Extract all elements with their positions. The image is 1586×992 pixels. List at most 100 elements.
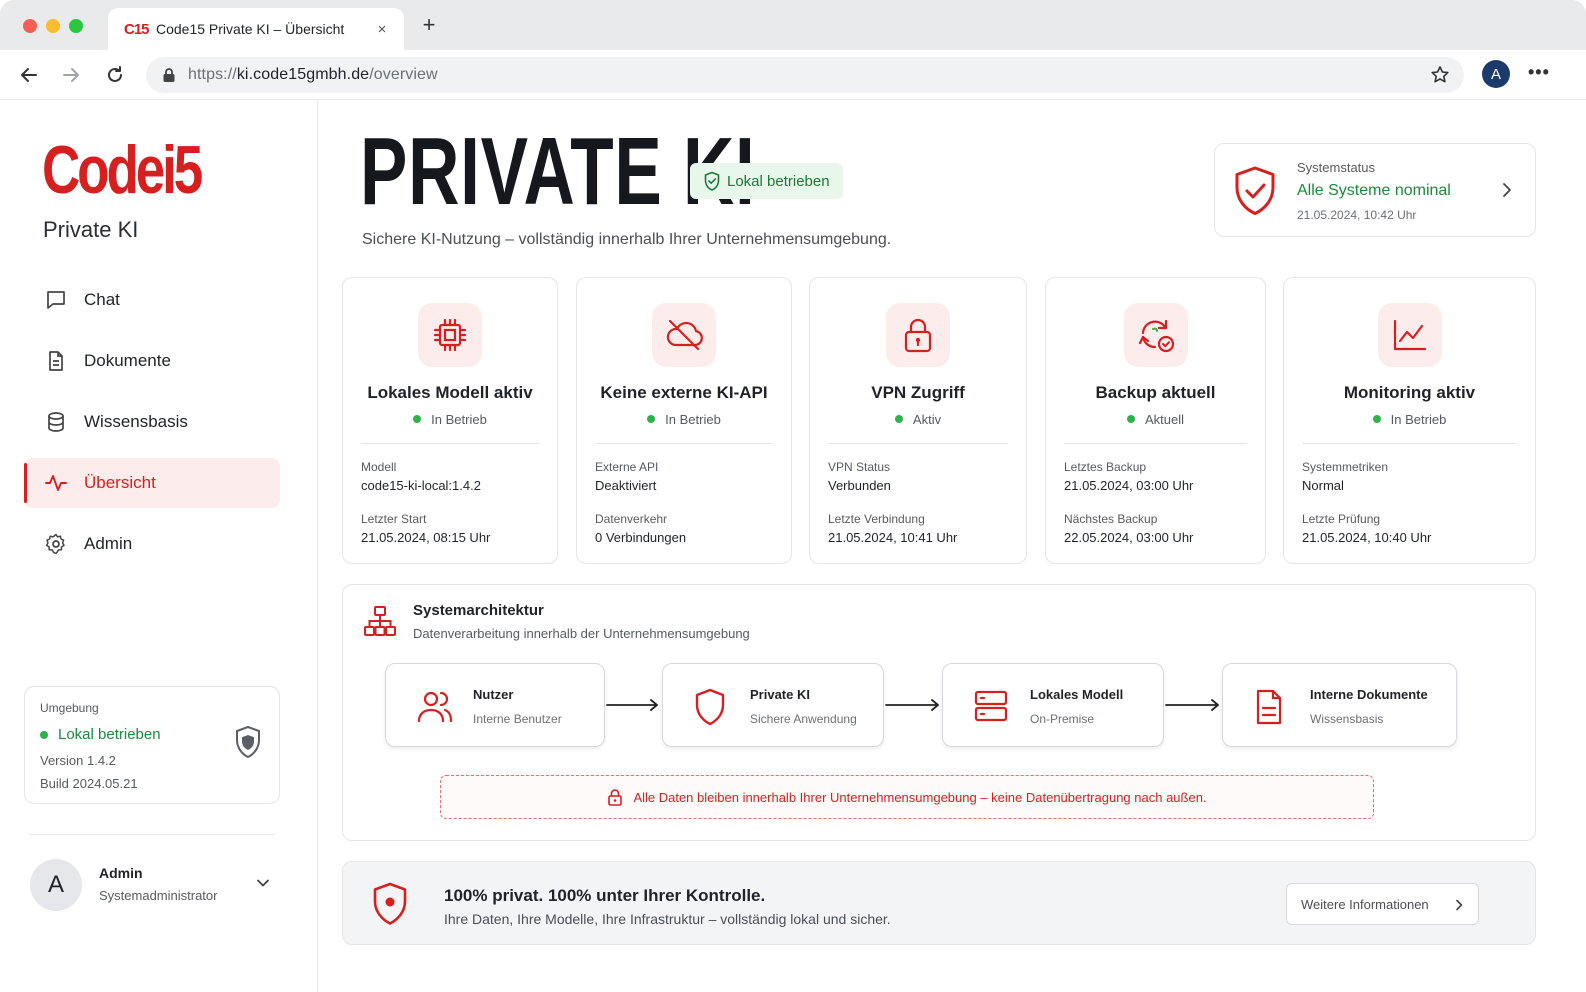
system-status-value: Alle Systeme nominal	[1297, 182, 1451, 199]
status-cards: Lokales Modell aktiv In Betrieb Modell c…	[342, 277, 1536, 564]
node-title: Interne Dokumente	[1310, 687, 1428, 702]
sitemap-icon	[364, 606, 396, 636]
forward-button[interactable]	[60, 64, 82, 86]
card-state: In Betrieb	[1284, 412, 1535, 427]
sidebar-item-chat[interactable]: Chat	[24, 275, 280, 325]
card-state: In Betrieb	[577, 412, 791, 427]
shield-icon	[236, 726, 260, 758]
brand-logo: Codei5	[42, 132, 203, 208]
card-icon-tile	[418, 303, 482, 367]
bookmark-star-icon[interactable]	[1430, 65, 1450, 85]
sidebar-nav: Chat Dokumente Wissensbasis Übersicht Ad…	[24, 275, 280, 580]
status-dot	[413, 415, 422, 423]
card-key: Modell	[361, 460, 397, 474]
sidebar-item-wissensbasis[interactable]: Wissensbasis	[24, 397, 280, 447]
card-state-text: In Betrieb	[665, 412, 721, 427]
url-scheme: https://	[188, 66, 237, 83]
privacy-banner: 100% privat. 100% unter Ihrer Kontrolle.…	[342, 861, 1536, 945]
sidebar-item-uebersicht[interactable]: Übersicht	[24, 458, 280, 508]
more-info-button[interactable]: Weitere Informationen	[1286, 883, 1479, 925]
node-title: Private KI	[750, 687, 810, 702]
environment-label: Umgebung	[40, 701, 99, 715]
card-key: Datenverkehr	[595, 512, 668, 526]
node-local-model[interactable]: Lokales Modell On-Premise	[942, 663, 1164, 747]
lock-icon	[608, 789, 623, 806]
status-dot	[894, 415, 903, 423]
node-title: Nutzer	[473, 687, 514, 702]
url-path: /overview	[369, 66, 438, 83]
cloud-off-icon	[666, 319, 703, 351]
card-state: Aktuell	[1046, 412, 1265, 427]
card-monitoring[interactable]: Monitoring aktiv In Betrieb Systemmetrik…	[1283, 277, 1536, 564]
system-status-label: Systemstatus	[1297, 160, 1376, 175]
activity-icon	[45, 475, 67, 491]
card-local-model[interactable]: Lokales Modell aktiv In Betrieb Modell c…	[342, 277, 558, 564]
system-status-card[interactable]: Systemstatus Alle Systeme nominal 21.05.…	[1214, 143, 1536, 237]
card-key: Letztes Backup	[1064, 460, 1147, 474]
card-no-external-api[interactable]: Keine externe KI-API In Betrieb Externe …	[576, 277, 792, 564]
profile-avatar[interactable]: A	[1482, 60, 1510, 88]
card-value: 21.05.2024, 03:00 Uhr	[1064, 478, 1194, 493]
card-value: Deaktiviert	[595, 478, 657, 493]
back-button[interactable]	[18, 64, 40, 86]
tab-close-icon[interactable]: ×	[374, 21, 390, 38]
node-users[interactable]: Nutzer Interne Benutzer	[385, 663, 605, 747]
reload-icon	[108, 66, 122, 82]
sidebar-item-dokumente[interactable]: Dokumente	[24, 336, 280, 386]
document-icon	[1256, 689, 1282, 725]
card-value: 22.05.2024, 03:00 Uhr	[1064, 530, 1194, 545]
address-bar[interactable]: https://ki.code15gmbh.de/overview	[146, 57, 1464, 93]
architecture-panel: Systemarchitektur Datenverarbeitung inne…	[342, 584, 1536, 841]
sidebar-item-label: Wissensbasis	[84, 412, 188, 431]
window-maximize-button[interactable]	[69, 19, 83, 33]
card-backup[interactable]: Backup aktuell Aktuell Letztes Backup 21…	[1045, 277, 1266, 564]
node-internal-documents[interactable]: Interne Dokumente Wissensbasis	[1222, 663, 1457, 747]
arrow-right-icon	[606, 699, 658, 711]
window-close-button[interactable]	[23, 19, 37, 33]
favicon-icon: C15	[124, 20, 150, 38]
card-value: code15-ki-local:1.4.2	[361, 478, 481, 493]
architecture-title: Systemarchitektur	[413, 602, 544, 619]
new-tab-button[interactable]: +	[418, 14, 440, 36]
card-key: Letzte Verbindung	[828, 512, 925, 526]
sidebar-item-label: Dokumente	[84, 351, 171, 370]
banner-subtitle: Ihre Daten, Ihre Modelle, Ihre Infrastru…	[444, 911, 891, 927]
browser-window: C15 Code15 Private KI – Übersicht × + ht…	[0, 0, 1586, 992]
chevron-down-icon	[257, 879, 269, 887]
node-title: Lokales Modell	[1030, 687, 1124, 702]
database-icon	[48, 412, 64, 432]
card-value: 21.05.2024, 08:15 Uhr	[361, 530, 491, 545]
notice-text: Alle Daten bleiben innerhalb Ihrer Unter…	[633, 789, 1207, 805]
environment-card: Umgebung Lokal betrieben Version 1.4.2 B…	[24, 686, 280, 804]
sidebar: Codei5 Private KI Chat Dokumente Wissens…	[0, 101, 318, 992]
chevron-right-icon	[1456, 899, 1463, 911]
environment-status: Lokal betrieben	[40, 726, 161, 743]
sidebar-item-label: Übersicht	[84, 473, 156, 492]
node-subtitle: Sichere Anwendung	[750, 712, 857, 726]
chart-line-icon	[1393, 319, 1426, 351]
card-title: Lokales Modell aktiv	[367, 383, 533, 402]
avatar: A	[30, 859, 82, 911]
card-key: VPN Status	[828, 460, 891, 474]
arrow-right-icon	[1165, 699, 1219, 711]
card-title: Monitoring aktiv	[1343, 383, 1476, 402]
environment-build: Build 2024.05.21	[40, 776, 138, 791]
window-minimize-button[interactable]	[46, 19, 60, 33]
more-menu-icon[interactable]: •••	[1528, 63, 1550, 81]
user-name: Admin	[99, 865, 143, 881]
card-vpn[interactable]: VPN Zugriff Aktiv VPN Status Verbunden L…	[809, 277, 1027, 564]
shield-icon	[373, 882, 407, 925]
sidebar-item-admin[interactable]: Admin	[24, 519, 280, 569]
backup-icon	[1138, 319, 1174, 353]
card-key: Letzter Start	[361, 512, 427, 526]
card-state: In Betrieb	[343, 412, 557, 427]
card-value: Normal	[1302, 478, 1344, 493]
chevron-right-icon	[1503, 183, 1511, 197]
card-key: Nächstes Backup	[1064, 512, 1158, 526]
user-menu[interactable]: A Admin Systemadministrator	[30, 858, 280, 912]
chat-icon	[47, 291, 65, 309]
browser-tab[interactable]: C15 Code15 Private KI – Übersicht ×	[108, 8, 404, 50]
node-private-ki[interactable]: Private KI Sichere Anwendung	[662, 663, 884, 747]
document-icon	[49, 351, 63, 371]
reload-button[interactable]	[104, 64, 126, 86]
